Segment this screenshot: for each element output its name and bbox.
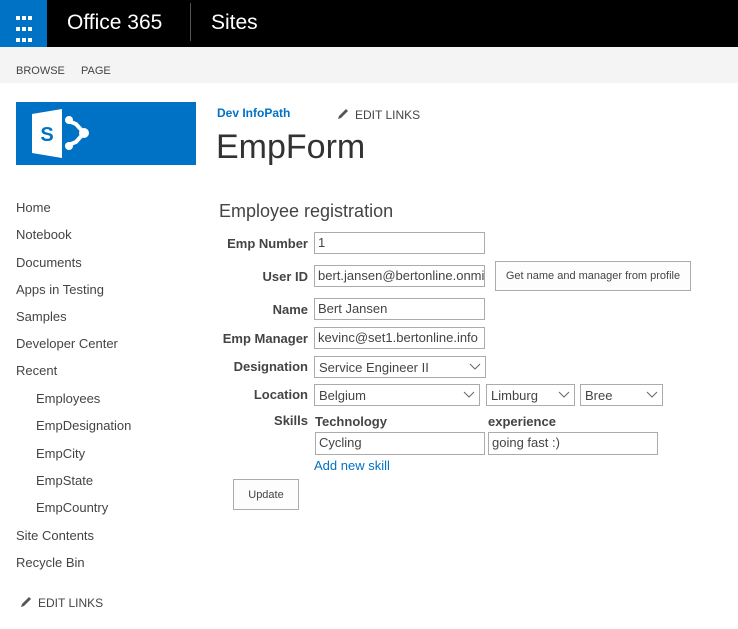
chevron-down-icon: [463, 391, 475, 398]
pencil-icon: [338, 109, 348, 119]
nav-employees[interactable]: Employees: [36, 391, 100, 406]
skills-label: Skills: [274, 413, 308, 428]
city-value: Bree: [585, 387, 613, 403]
nav-recent[interactable]: Recent: [16, 363, 57, 378]
nav-developer-center[interactable]: Developer Center: [16, 336, 118, 351]
name-input[interactable]: Bert Jansen: [314, 298, 485, 320]
user-id-label: User ID: [262, 269, 308, 284]
edit-links-top[interactable]: EDIT LINKS: [355, 108, 420, 122]
tab-browse[interactable]: BROWSE: [16, 65, 65, 77]
location-label: Location: [253, 387, 308, 402]
skill-experience-input[interactable]: going fast :): [488, 432, 658, 455]
skill-technology-input[interactable]: Cycling: [315, 432, 485, 455]
page-title: EmpForm: [216, 128, 366, 166]
nav-apps-in-testing[interactable]: Apps in Testing: [16, 282, 104, 297]
chevron-down-icon: [558, 391, 570, 398]
update-button[interactable]: Update: [233, 479, 299, 510]
country-value: Belgium: [319, 387, 366, 403]
nav-empcountry[interactable]: EmpCountry: [36, 500, 108, 515]
name-label: Name: [272, 302, 308, 317]
tab-page[interactable]: PAGE: [81, 65, 111, 77]
sharepoint-logo[interactable]: S: [16, 102, 196, 165]
nav-site-contents[interactable]: Site Contents: [16, 528, 94, 543]
nav-empdesignation[interactable]: EmpDesignation: [36, 418, 131, 433]
designation-label: Designation: [233, 359, 308, 374]
user-id-input[interactable]: bert.jansen@bertonline.onmi: [314, 265, 485, 287]
section-title[interactable]: Sites: [211, 11, 258, 35]
edit-links-nav[interactable]: EDIT LINKS: [38, 596, 103, 610]
form-heading: Employee registration: [219, 201, 394, 221]
emp-number-input[interactable]: 1: [314, 232, 485, 254]
emp-manager-input[interactable]: kevinc@set1.bertonline.info: [314, 327, 485, 349]
nav-home[interactable]: Home: [16, 200, 51, 215]
get-profile-button[interactable]: Get name and manager from profile: [495, 261, 691, 291]
emp-manager-label: Emp Manager: [222, 331, 308, 346]
nav-samples[interactable]: Samples: [16, 309, 67, 324]
city-select[interactable]: Bree: [580, 384, 663, 406]
nav-documents[interactable]: Documents: [16, 255, 82, 270]
designation-select[interactable]: Service Engineer II: [314, 356, 486, 378]
experience-column-header: experience: [488, 414, 556, 429]
designation-value: Service Engineer II: [319, 359, 429, 375]
site-link[interactable]: Dev InfoPath: [217, 106, 290, 120]
svg-text:S: S: [40, 124, 53, 146]
country-select[interactable]: Belgium: [314, 384, 480, 406]
nav-notebook[interactable]: Notebook: [16, 227, 72, 242]
state-value: Limburg: [491, 387, 538, 403]
technology-column-header: Technology: [315, 414, 387, 429]
divider: [190, 3, 191, 41]
emp-number-label: Emp Number: [227, 236, 308, 251]
chevron-down-icon: [469, 363, 481, 370]
app-title[interactable]: Office 365: [67, 11, 162, 35]
add-new-skill-link[interactable]: Add new skill: [314, 458, 390, 473]
pencil-icon: [21, 597, 31, 607]
nav-recycle-bin[interactable]: Recycle Bin: [16, 555, 85, 570]
nav-empcity[interactable]: EmpCity: [36, 446, 85, 461]
state-select[interactable]: Limburg: [486, 384, 575, 406]
chevron-down-icon: [646, 391, 658, 398]
app-launcher-icon[interactable]: [0, 0, 47, 47]
nav-empstate[interactable]: EmpState: [36, 473, 93, 488]
